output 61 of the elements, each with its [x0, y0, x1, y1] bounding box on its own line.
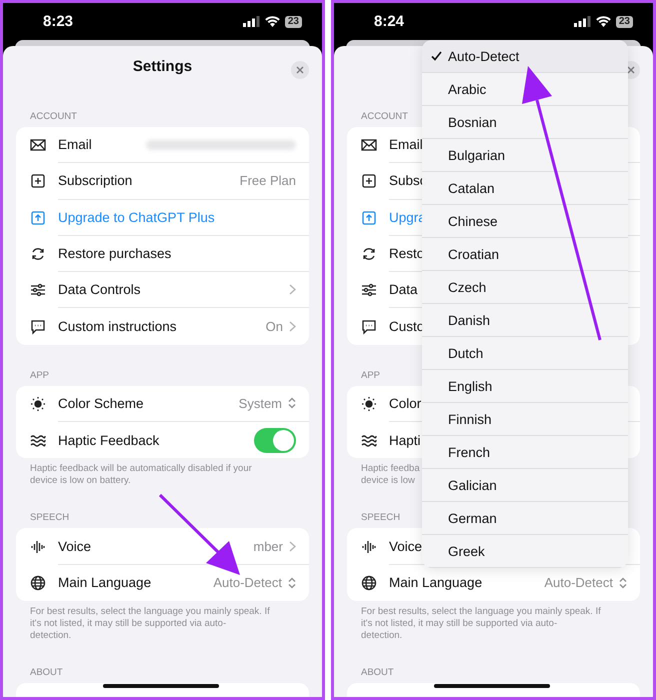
menu-item-label: Croatian [448, 246, 500, 262]
status-time: 8:24 [374, 13, 404, 30]
row-label: Upgrade to ChatGPT Plus [58, 210, 215, 225]
menu-item-label: Danish [448, 312, 490, 328]
footnote-text: it's not listed, it may still be supported via auto- [30, 618, 226, 630]
menu-item-label: Finnish [448, 412, 492, 426]
menu-item-label: German [448, 510, 497, 526]
section-header: SPEECH [361, 512, 400, 524]
menu-item-label: Bosnian [448, 114, 497, 130]
menu-item-label: Dutch [448, 346, 484, 360]
section-header: ACCOUNT [361, 111, 408, 122]
footnote-text: device is low [361, 475, 415, 488]
menu-item-label: Auto-Detect [448, 48, 520, 64]
row-label: Haptic Feedback [58, 432, 160, 448]
menu-item-label: Galician [448, 478, 497, 492]
section-header: SPEECH [30, 512, 70, 524]
row-label: Data Controls [58, 282, 141, 298]
row-label: Subscription [58, 173, 132, 188]
menu-item-label: Bulgarian [448, 148, 506, 162]
row-label: Voice [58, 538, 92, 554]
footnote-text: detection. [30, 630, 72, 642]
menu-item-label: Greek [448, 544, 485, 558]
section-header: ACCOUNT [30, 111, 77, 122]
footnote-text: device is low on battery. [30, 475, 131, 488]
row-label: Data [389, 282, 418, 298]
row-value: On [266, 319, 283, 334]
row-label: Color Scheme [58, 396, 144, 411]
row-value: mber [253, 538, 283, 554]
section-header: ABOUT [361, 666, 394, 678]
menu-item-label: Arabic [448, 82, 486, 96]
row-value: Free Plan [240, 173, 296, 188]
row-label: Hapti [389, 432, 421, 448]
footnote-text: For best results, select the language you mainly speak. If [361, 606, 601, 618]
battery-level: 23 [616, 16, 633, 28]
section-header: ABOUT [30, 666, 63, 678]
menu-item-label: Chinese [448, 214, 498, 228]
menu-item-label: French [448, 444, 490, 460]
footnote-text: detection. [361, 630, 402, 642]
row-label: Email [389, 137, 423, 152]
row-label: Main Language [58, 575, 152, 590]
footnote-text: Haptic feedba [361, 463, 420, 476]
row-value: Auto-Detect [213, 575, 282, 590]
row-label: Main Language [389, 575, 482, 590]
footnote-text: For best results, select the language you mainly speak. If [30, 606, 270, 618]
menu-item-label: Catalan [448, 180, 495, 196]
row-value: Auto-Detect [544, 575, 613, 590]
battery-level: 23 [284, 16, 302, 28]
footnote-text: Haptic feedback will be automatically disabled if your [30, 463, 252, 476]
footnote-text: it's not listed, it may still be supported via auto- [361, 618, 558, 630]
status-time: 8:23 [43, 13, 74, 30]
row-label: Color [389, 396, 422, 411]
row-label: Custom instructions [58, 319, 177, 334]
row-label: Restore purchases [58, 246, 172, 262]
section-header: APP [30, 370, 50, 381]
menu-item-label: English [448, 378, 492, 394]
row-value: System [238, 396, 282, 411]
row-label: Email [58, 137, 92, 152]
row-label: Voice [389, 538, 422, 554]
section-header: APP [361, 370, 380, 381]
sheet-title: Settings [132, 58, 192, 74]
menu-item-label: Czech [448, 280, 486, 294]
